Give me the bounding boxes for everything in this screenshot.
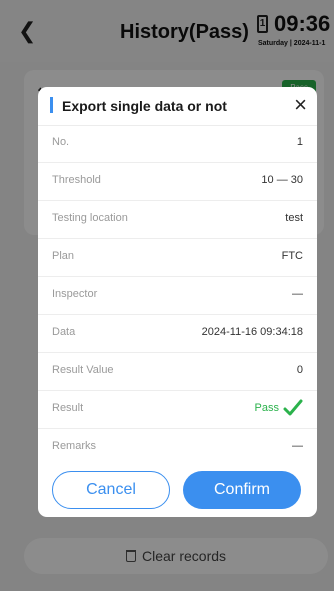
row-value: 0 bbox=[296, 364, 303, 376]
row-label: Plan bbox=[52, 250, 75, 262]
row-result-value: Result Value 0 bbox=[38, 353, 317, 391]
row-value: 10 — 30 bbox=[261, 174, 303, 186]
row-label: Threshold bbox=[52, 174, 101, 186]
row-no: No. 1 bbox=[38, 125, 317, 163]
row-label: Remarks bbox=[52, 440, 97, 452]
row-label: Data bbox=[52, 326, 76, 338]
row-inspector: Inspector — bbox=[38, 277, 317, 315]
row-result: Result Pass bbox=[38, 391, 317, 429]
check-icon bbox=[283, 399, 303, 416]
dialog-title: Export single data or not bbox=[62, 98, 227, 114]
row-label: No. bbox=[52, 136, 70, 148]
row-label: Testing location bbox=[52, 212, 128, 224]
detail-list: No. 1 Threshold 10 — 30 Testing location… bbox=[38, 125, 317, 466]
row-value: FTC bbox=[281, 250, 303, 262]
row-data: Data 2024-11-16 09:34:18 bbox=[38, 315, 317, 353]
row-label: Result Value bbox=[52, 364, 114, 376]
confirm-button[interactable]: Confirm bbox=[183, 471, 301, 509]
row-threshold: Threshold 10 — 30 bbox=[38, 163, 317, 201]
row-value: test bbox=[285, 212, 303, 224]
dialog-actions: Cancel Confirm bbox=[38, 471, 317, 509]
row-value: 1 bbox=[296, 136, 303, 148]
row-value: — bbox=[292, 288, 303, 300]
cancel-button[interactable]: Cancel bbox=[52, 471, 170, 509]
row-value: — bbox=[292, 440, 303, 452]
dialog-header: Export single data or not × bbox=[38, 87, 317, 126]
row-label: Inspector bbox=[52, 288, 98, 300]
row-value: 2024-11-16 09:34:18 bbox=[201, 326, 303, 338]
title-accent-bar bbox=[50, 97, 53, 113]
row-label: Result bbox=[52, 402, 84, 414]
row-plan: Plan FTC bbox=[38, 239, 317, 277]
result-value: Pass bbox=[254, 402, 279, 414]
close-icon[interactable]: × bbox=[294, 92, 307, 118]
row-remarks: Remarks — bbox=[38, 429, 317, 466]
export-dialog: Export single data or not × No. 1 Thresh… bbox=[38, 87, 317, 517]
row-testing-location: Testing location test bbox=[38, 201, 317, 239]
